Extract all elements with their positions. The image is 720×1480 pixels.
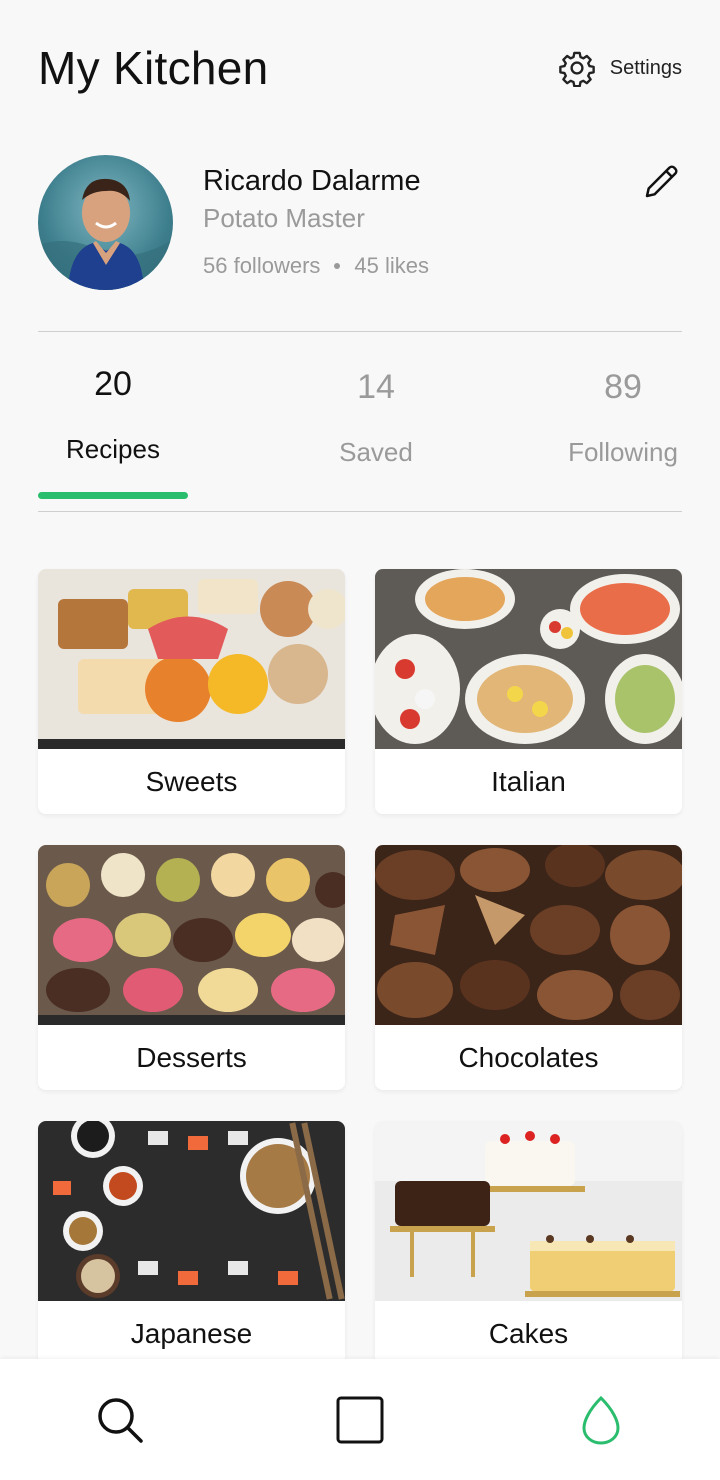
profile-tabs: 20 Recipes 14 Saved 89 Following — [38, 365, 682, 500]
category-card-japanese[interactable]: Japanese — [38, 1121, 345, 1366]
followers-count[interactable]: 56 followers — [203, 253, 320, 279]
tab-count: 14 — [357, 368, 395, 406]
tab-label: Recipes — [66, 434, 160, 464]
profile-stats: 56 followers 45 likes — [203, 253, 429, 279]
chocolates-image — [375, 845, 682, 1025]
pencil-icon — [645, 165, 678, 198]
category-label: Italian — [375, 749, 682, 814]
category-label: Desserts — [38, 1025, 345, 1090]
bottom-nav — [0, 1359, 720, 1480]
gear-icon — [558, 51, 595, 87]
nav-home-button[interactable] — [335, 1395, 385, 1445]
cakes-image — [375, 1121, 682, 1301]
avatar-image — [38, 178, 173, 290]
tab-count: 20 — [94, 365, 132, 403]
category-label: Sweets — [38, 749, 345, 814]
sweets-image — [38, 569, 345, 749]
category-card-chocolates[interactable]: Chocolates — [375, 845, 682, 1090]
profile-section: Ricardo Dalarme Potato Master 56 followe… — [38, 155, 682, 291]
avatar[interactable] — [38, 155, 173, 290]
tab-following[interactable]: 89 Following — [548, 368, 698, 503]
likes-count[interactable]: 45 likes — [354, 253, 429, 279]
category-card-sweets[interactable]: Sweets — [38, 569, 345, 814]
japanese-image — [38, 1121, 345, 1301]
separator-dot — [334, 263, 341, 269]
desserts-image — [38, 845, 345, 1025]
category-card-desserts[interactable]: Desserts — [38, 845, 345, 1090]
settings-button[interactable]: Settings — [558, 49, 682, 87]
category-card-italian[interactable]: Italian — [375, 569, 682, 814]
tab-label: Saved — [339, 437, 413, 467]
app-header: My Kitchen Settings — [38, 36, 682, 100]
profile-name: Ricardo Dalarme — [203, 165, 421, 197]
edit-profile-button[interactable] — [642, 161, 682, 201]
italian-image — [375, 569, 682, 749]
nav-search-button[interactable] — [95, 1395, 145, 1445]
tab-label: Following — [568, 437, 678, 467]
search-icon — [98, 1398, 143, 1443]
category-card-cakes[interactable]: Cakes — [375, 1121, 682, 1366]
page-title: My Kitchen — [38, 42, 269, 94]
category-label: Chocolates — [375, 1025, 682, 1090]
category-label: Japanese — [38, 1301, 345, 1366]
tabs-divider — [38, 511, 682, 512]
square-icon — [336, 1396, 384, 1444]
egg-icon — [582, 1395, 620, 1445]
tab-saved[interactable]: 14 Saved — [301, 368, 451, 503]
nav-profile-button[interactable] — [576, 1395, 626, 1445]
active-tab-indicator — [38, 492, 188, 499]
profile-divider — [38, 331, 682, 332]
category-label: Cakes — [375, 1301, 682, 1366]
profile-title: Potato Master — [203, 203, 365, 233]
settings-label: Settings — [609, 56, 682, 79]
tab-recipes[interactable]: 20 Recipes — [38, 365, 188, 500]
tab-count: 89 — [604, 368, 642, 406]
